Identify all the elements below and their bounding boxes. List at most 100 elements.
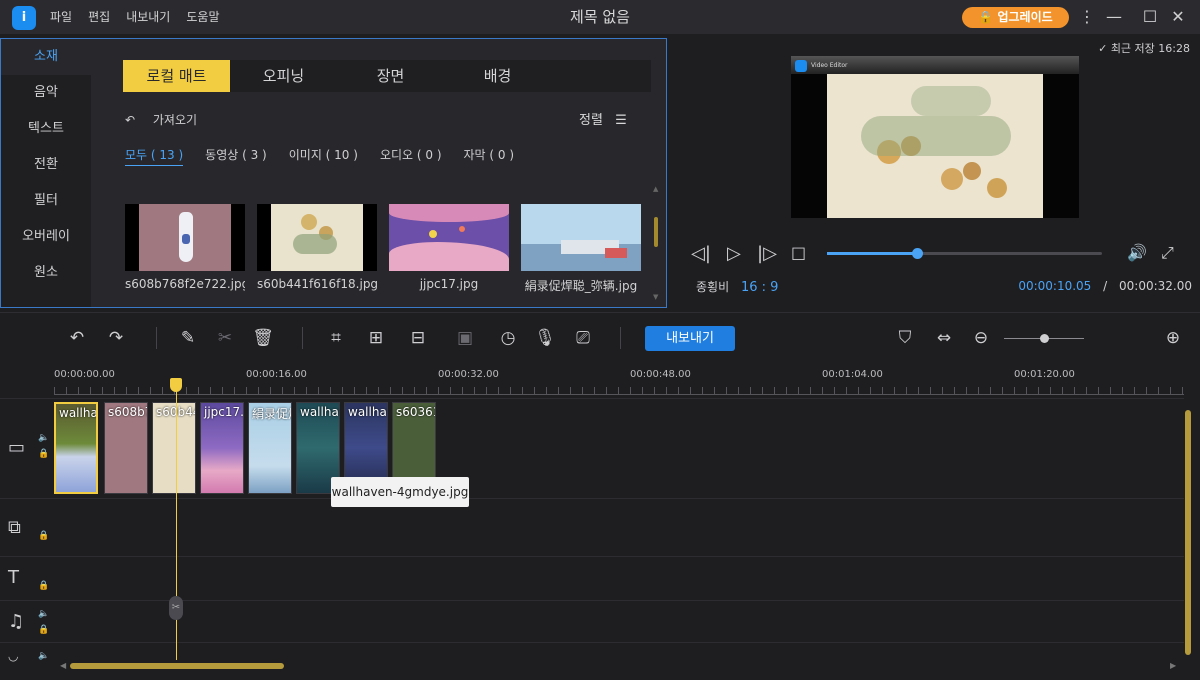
volume-icon[interactable]: 🔈 — [38, 433, 49, 443]
minimize-icon[interactable]: — — [1104, 6, 1124, 28]
stop-icon[interactable]: □ — [791, 243, 806, 262]
lock-icon[interactable]: 🔒 — [38, 531, 49, 541]
media-name: jjpc17.jpg — [419, 277, 479, 291]
more-icon[interactable]: ⋮ — [1077, 6, 1097, 28]
zoom-out-icon[interactable]: ⊖ — [968, 327, 994, 349]
media-item[interactable]: 絹录促焊聪_弥辆.jpg — [521, 204, 641, 294]
import-button[interactable]: ↶ 가져오기 — [125, 111, 197, 128]
media-thumbnail — [521, 204, 641, 271]
scissors-icon[interactable]: ✂ — [212, 327, 238, 349]
microphone-icon[interactable]: 🎙 — [532, 327, 558, 349]
library-tabs: 로컬 매트 오피닝 장면 배경 — [123, 60, 651, 92]
sidebar-item-filter[interactable]: 필터 — [1, 183, 91, 219]
media-name: s60b441f616f18.jpg — [257, 277, 377, 291]
sidebar-item-transition[interactable]: 전환 — [1, 147, 91, 183]
timeline-vertical-scrollbar[interactable] — [1185, 410, 1191, 655]
music-note-icon: ♫ — [8, 611, 25, 632]
clip-name: wallhaven-4gmdye.jpg — [300, 405, 339, 419]
sort-button[interactable]: 정렬 ☰ — [579, 109, 627, 128]
library-scrollbar[interactable]: ▲ ▼ — [653, 185, 658, 301]
freeze-frame-icon[interactable]: ▣ — [452, 327, 478, 349]
playhead-handle[interactable] — [170, 378, 182, 392]
clip-name: s608b768f2e722.jpg — [108, 405, 147, 419]
check-circle-icon: ✓ — [1098, 42, 1108, 55]
delete-icon[interactable]: 🗑 — [250, 327, 276, 349]
media-thumbnail — [125, 204, 245, 271]
marker-icon[interactable]: ⛉ — [892, 327, 918, 349]
text-track-icon: T — [8, 567, 19, 588]
scroll-right-icon[interactable]: ▶ — [1170, 661, 1176, 670]
preview-seekbar[interactable] — [827, 248, 1102, 259]
filter-audio[interactable]: 오디오 ( 0 ) — [380, 146, 442, 166]
scroll-left-icon[interactable]: ◀ — [60, 661, 66, 670]
redo-icon[interactable]: ↷ — [103, 327, 129, 349]
sidebar-item-text[interactable]: 텍스트 — [1, 111, 91, 147]
filter-subtitle[interactable]: 자막 ( 0 ) — [464, 146, 515, 166]
clip-name: wallhaven — [59, 406, 98, 420]
volume-icon[interactable]: 🔊 — [1127, 243, 1147, 262]
ruler-ticks — [54, 387, 1184, 395]
timeline-clip[interactable]: jjpc17.jpg — [200, 402, 244, 494]
preview-screen[interactable]: Video Editor — [791, 56, 1079, 218]
aspect-ratio[interactable]: 종횡비 16 : 9 — [696, 278, 778, 295]
clock-icon[interactable]: ◷ — [495, 327, 521, 349]
mosaic-icon[interactable]: ⊟ — [405, 327, 431, 349]
add-frame-icon[interactable]: ⊞ — [363, 327, 389, 349]
timeline-clip[interactable]: s60b441f616f18.jpg — [152, 402, 196, 494]
filter-image[interactable]: 이미지 ( 10 ) — [289, 146, 358, 166]
sidebar-item-overlay[interactable]: 오버레이 — [1, 219, 91, 255]
timeline-clip[interactable]: 絹录促焊聪_弥辆.jpg — [248, 402, 292, 494]
edit-icon[interactable]: ✎ — [175, 327, 201, 349]
clip-tooltip: wallhaven-4gmdye.jpg — [331, 477, 469, 507]
zoom-in-icon[interactable]: ⊕ — [1160, 327, 1186, 349]
tab-background[interactable]: 배경 — [444, 60, 551, 92]
fit-timeline-icon[interactable]: ⇔ — [931, 327, 957, 349]
lock-icon: 🔒 — [978, 10, 994, 24]
zoom-slider[interactable] — [1004, 334, 1084, 343]
timeline-clip[interactable]: s608b768f2e722.jpg — [104, 402, 148, 494]
maximize-icon[interactable]: ☐ — [1140, 6, 1160, 28]
media-item[interactable]: s60b441f616f18.jpg — [257, 204, 377, 294]
prev-frame-icon[interactable]: ◁| — [691, 243, 711, 264]
clip-name: 絹录促焊聪_弥辆.jpg — [252, 407, 291, 421]
fullscreen-icon[interactable]: ⤢ — [1161, 243, 1174, 263]
ruler-label: 00:01:04.00 — [822, 369, 883, 380]
tab-opening[interactable]: 오피닝 — [230, 60, 337, 92]
recorder-icon[interactable]: ⎚ — [570, 327, 596, 349]
filter-all[interactable]: 모두 ( 13 ) — [125, 146, 184, 166]
time-separator: / — [1103, 279, 1108, 293]
upgrade-button[interactable]: 🔒 업그레이드 — [962, 7, 1069, 28]
volume-icon[interactable]: 🔈 — [38, 651, 49, 661]
saved-status: ✓ 최근 저장 16:28 — [1098, 40, 1190, 56]
seek-progress — [827, 252, 917, 255]
export-button[interactable]: 내보내기 — [645, 326, 735, 351]
next-frame-icon[interactable]: |▷ — [757, 243, 777, 264]
saved-label: 최근 저장 16:28 — [1110, 42, 1190, 55]
crop-icon[interactable]: ⌗ — [323, 327, 349, 349]
timeline-clip[interactable]: wallhaven — [54, 402, 98, 494]
media-thumbnail — [257, 204, 377, 271]
timeline-horizontal-scrollbar[interactable]: ◀ ▶ — [60, 660, 1180, 672]
lock-icon[interactable]: 🔒 — [38, 625, 49, 635]
seek-knob[interactable] — [912, 248, 923, 259]
undo-icon[interactable]: ↶ — [64, 327, 90, 349]
tab-local[interactable]: 로컬 매트 — [123, 60, 230, 92]
close-icon[interactable]: ✕ — [1168, 6, 1188, 28]
media-item[interactable]: jjpc17.jpg — [389, 204, 509, 294]
filter-video[interactable]: 동영상 ( 3 ) — [205, 146, 267, 166]
tab-scene[interactable]: 장면 — [337, 60, 444, 92]
scroll-thumb[interactable] — [70, 663, 284, 669]
zoom-knob[interactable] — [1040, 334, 1049, 343]
sidebar-item-music[interactable]: 음악 — [1, 75, 91, 111]
lock-icon[interactable]: 🔒 — [38, 449, 49, 459]
volume-icon[interactable]: 🔈 — [38, 609, 49, 619]
lock-icon[interactable]: 🔒 — [38, 581, 49, 591]
play-icon[interactable]: ▷ — [727, 243, 741, 264]
sidebar-item-element[interactable]: 원소 — [1, 255, 91, 291]
scroll-thumb[interactable] — [654, 217, 658, 247]
split-scissors-icon[interactable]: ✂ — [169, 596, 183, 620]
media-filters: 모두 ( 13 ) 동영상 ( 3 ) 이미지 ( 10 ) 오디오 ( 0 )… — [125, 146, 536, 166]
sidebar-item-media[interactable]: 소재 — [1, 39, 91, 75]
media-item[interactable]: s608b768f2e722.jpg — [125, 204, 245, 294]
voice-track-icon: ◡ — [8, 649, 19, 663]
